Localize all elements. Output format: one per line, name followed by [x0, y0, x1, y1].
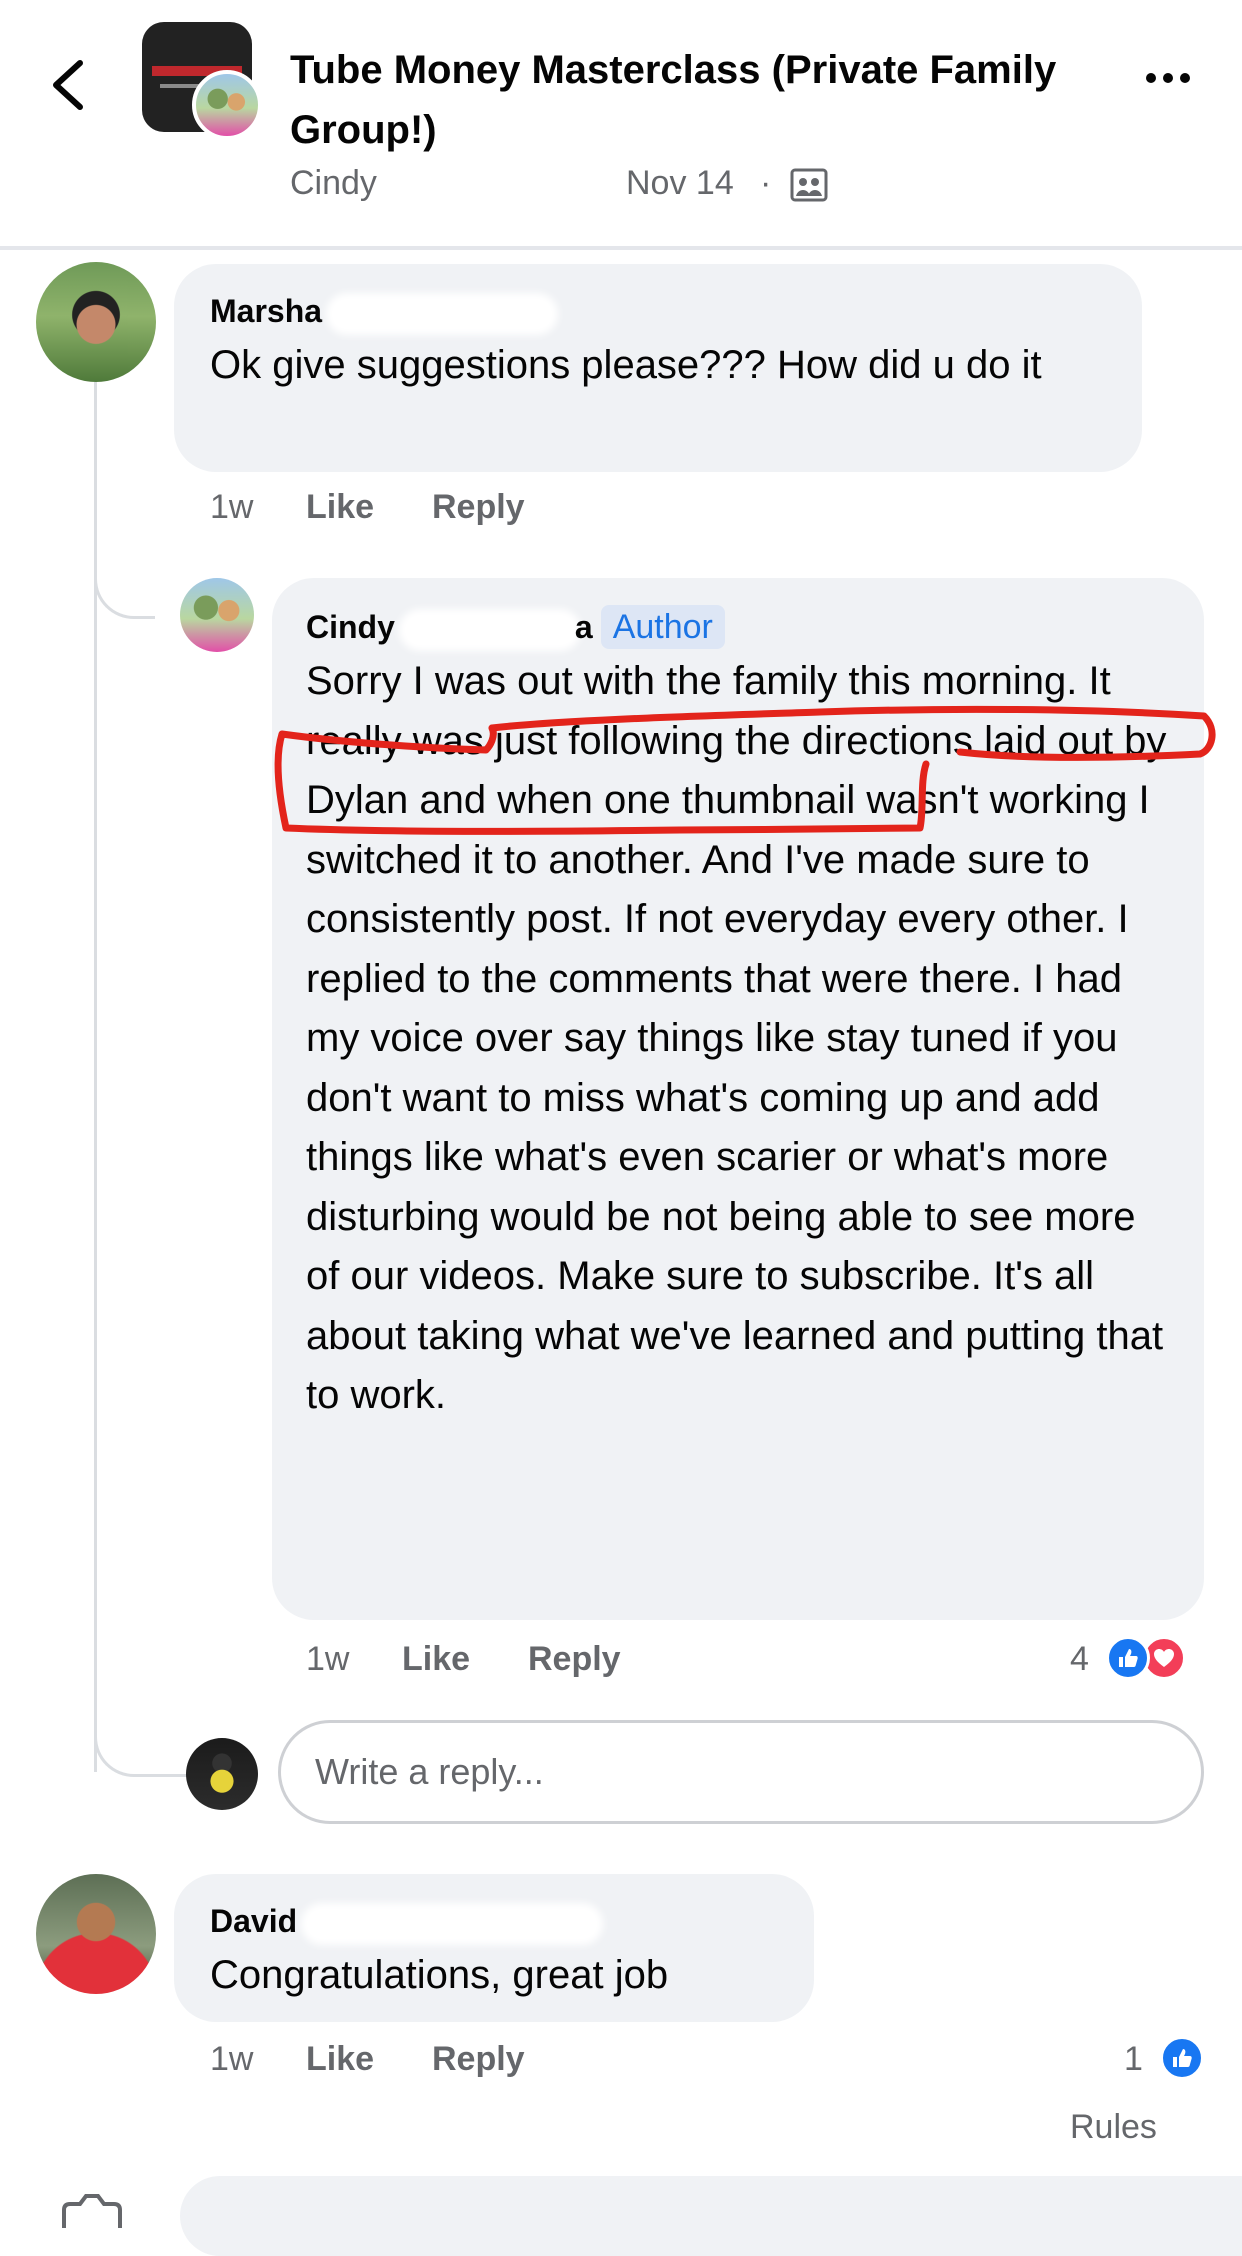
- comment-author[interactable]: Marsha: [210, 286, 1106, 336]
- like-button[interactable]: Like: [306, 2040, 374, 2079]
- author-avatar-small: [192, 70, 262, 140]
- comment-bubble: Cindy a Author Sorry I was out with the fa…: [272, 578, 1204, 1620]
- reply-button[interactable]: Reply: [528, 1640, 621, 1679]
- avatar-david[interactable]: [36, 1874, 156, 1994]
- like-icon[interactable]: [1106, 1636, 1150, 1680]
- redaction-mark: [307, 1908, 598, 1939]
- post-author[interactable]: Cindy: [290, 164, 377, 208]
- back-button[interactable]: [40, 55, 100, 115]
- thread-branch-reply: [94, 520, 155, 619]
- comment-time: 1w: [210, 488, 254, 526]
- reply-button[interactable]: Reply: [432, 2040, 525, 2079]
- meta-separator: ·: [760, 164, 772, 202]
- more-dot-icon: [1163, 73, 1173, 83]
- like-icon[interactable]: [1160, 2036, 1204, 2080]
- comment-author[interactable]: Cindy a Author: [306, 602, 1170, 652]
- camera-icon[interactable]: [56, 2188, 126, 2228]
- comment-composer[interactable]: [180, 2176, 1242, 2256]
- reply-button[interactable]: Reply: [432, 488, 525, 527]
- comment-bubble: Marsha Ok give suggestions please??? How…: [174, 264, 1142, 472]
- more-options-button[interactable]: [1146, 70, 1206, 94]
- more-dot-icon: [1146, 73, 1156, 83]
- comment-actions: 1w Like Reply: [210, 488, 810, 532]
- group-title[interactable]: Tube Money Masterclass (Private Family G…: [290, 40, 1090, 160]
- post-date[interactable]: Nov 14: [626, 164, 734, 208]
- author-badge: Author: [600, 605, 725, 649]
- comment-text: Sorry I was out with the family this mor…: [306, 659, 1167, 1417]
- rules-link[interactable]: Rules: [1070, 2108, 1157, 2147]
- current-user-avatar: [186, 1738, 258, 1810]
- chevron-left-icon: [53, 60, 83, 110]
- redaction-mark: [404, 614, 575, 645]
- comment-time: 1w: [210, 2040, 254, 2078]
- avatar-cindy[interactable]: [180, 578, 254, 652]
- redaction-mark: [332, 298, 553, 329]
- reply-input[interactable]: Write a reply...: [278, 1720, 1204, 1824]
- more-dot-icon: [1180, 73, 1190, 83]
- reaction-count[interactable]: 4: [1070, 1640, 1089, 1679]
- thread-branch-input: [94, 1690, 189, 1777]
- like-button[interactable]: Like: [306, 488, 374, 527]
- group-avatar[interactable]: [142, 22, 266, 140]
- comment-bubble: David Congratulations, great job: [174, 1874, 814, 2022]
- header-divider: [0, 246, 1242, 250]
- comment-text: Ok give suggestions please??? How did u …: [210, 343, 1042, 387]
- comment-actions: 1w Like Reply: [306, 1640, 906, 1684]
- like-button[interactable]: Like: [402, 1640, 470, 1679]
- comment-author[interactable]: David: [210, 1896, 778, 1946]
- comment-text: Congratulations, great job: [210, 1953, 669, 1997]
- avatar-marsha[interactable]: [36, 262, 156, 382]
- group-members-icon: [790, 168, 828, 202]
- comment-actions: 1w Like Reply: [210, 2040, 810, 2084]
- comment-time: 1w: [306, 1640, 350, 1678]
- reaction-count[interactable]: 1: [1124, 2040, 1143, 2079]
